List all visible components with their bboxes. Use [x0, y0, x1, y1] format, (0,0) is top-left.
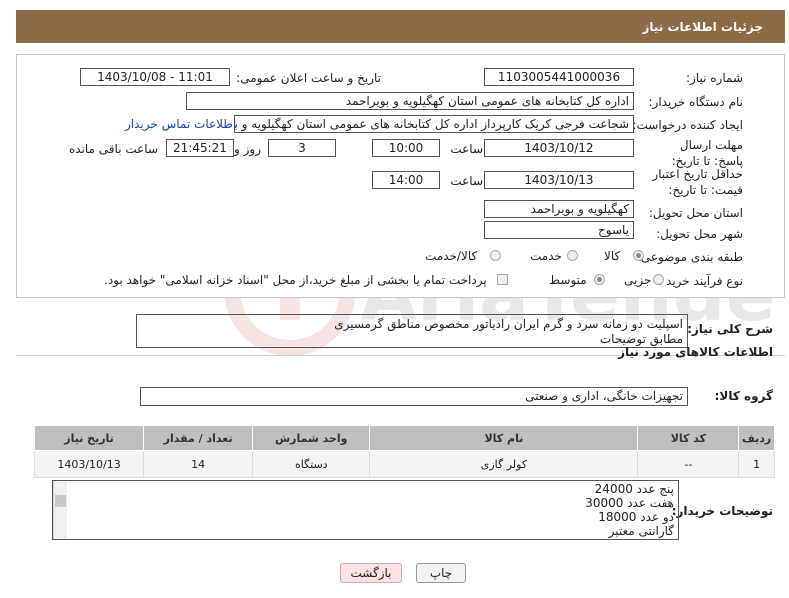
- page-title: جزئیات اطلاعات نیاز: [642, 19, 763, 34]
- category-label: طبقه بندی موضوعی:: [636, 250, 743, 264]
- col-header-name: نام کالا: [369, 425, 639, 451]
- cell-unit: دستگاه: [252, 450, 371, 478]
- days-field: 3: [268, 139, 336, 157]
- scrollbar-thumb[interactable]: [55, 495, 66, 507]
- contact-buyer-link[interactable]: اطلاعات تماس خریدار: [125, 117, 236, 131]
- col-header-unit: واحد شمارش: [252, 425, 371, 451]
- category-radio-service[interactable]: [567, 250, 578, 261]
- deadline-time-field: 10:00: [372, 139, 440, 157]
- purchase-type-label: نوع فرآیند خرید :: [658, 274, 743, 288]
- category-option-both: کالا/خدمت: [425, 249, 478, 263]
- remaining-label: ساعت باقی مانده: [68, 142, 158, 156]
- creator-field: شجاعت فرجی کریک کارپرداز اداره کل کتابخا…: [234, 115, 634, 133]
- creator-label: ایجاد کننده درخواست:: [632, 118, 743, 132]
- goods-group-label: گروه کالا:: [714, 389, 773, 403]
- col-header-code: کد کالا: [637, 425, 740, 451]
- buyer-notes-label: توضیحات خریدار:: [671, 504, 773, 518]
- validity-time-label: ساعت: [450, 174, 483, 188]
- buyer-field: اداره کل کتابخانه های عمومی استان کهگیلو…: [186, 92, 634, 110]
- category-option-service: خدمت: [530, 249, 562, 263]
- deadline-time-label: ساعت: [450, 142, 483, 156]
- province-label: استان محل تحویل:: [648, 206, 743, 220]
- need-number-label: شماره نیاز:: [686, 71, 743, 85]
- purchase-radio-minor[interactable]: [653, 274, 664, 285]
- table-row: 1 -- کولر گازی دستگاه 14 1403/10/13: [33, 450, 775, 478]
- goods-section-title: اطلاعات کالاهای مورد نیاز: [618, 345, 773, 359]
- summary-field: اسپلیت دو زمانه سرد و گرم ایران رادیاتور…: [136, 314, 688, 348]
- need-number-field: 1103005441000036: [484, 68, 634, 86]
- goods-group-field: تجهیزات خانگی، اداری و صنعتی: [140, 387, 688, 406]
- announce-label: تاریخ و ساعت اعلان عمومی:: [236, 71, 381, 85]
- buyer-note-line: دو عدد 18000: [598, 510, 674, 524]
- remaining-time-field: 21:45:21: [166, 139, 234, 157]
- buyer-label: نام دستگاه خریدار:: [648, 95, 744, 109]
- buyer-notes-scrollbar[interactable]: [53, 481, 67, 539]
- province-field: کهگیلویه و بویراحمد: [484, 200, 634, 218]
- cell-name: کولر گازی: [369, 450, 639, 478]
- summary-line: اسپلیت دو زمانه سرد و گرم ایران رادیاتور…: [334, 317, 683, 331]
- buyer-note-line: گارانتی معتبر: [608, 524, 674, 538]
- buyer-note-line: هفت عدد 30000: [585, 496, 674, 510]
- col-header-qty: تعداد / مقدار: [143, 425, 254, 451]
- category-radio-goods[interactable]: [633, 250, 644, 261]
- city-field: یاسوج: [484, 221, 634, 239]
- goods-table: ردیف کد کالا نام کالا واحد شمارش تعداد /…: [33, 425, 775, 478]
- buyer-notes-field: پنج عدد 24000 هفت عدد 30000 دو عدد 18000…: [52, 480, 679, 540]
- purchase-option-medium: متوسط: [549, 273, 587, 287]
- summary-line: مطابق توضیحات: [599, 332, 683, 346]
- purchase-radio-medium[interactable]: [594, 274, 605, 285]
- cell-code: --: [637, 450, 740, 478]
- page-header: جزئیات اطلاعات نیاز: [16, 10, 785, 43]
- buyer-note-line: پنج عدد 24000: [594, 482, 674, 496]
- days-label: روز و: [234, 142, 261, 156]
- summary-label: شرح کلی نیاز:: [687, 322, 773, 336]
- category-option-goods: کالا: [604, 249, 621, 263]
- treasury-checkbox[interactable]: [497, 274, 508, 285]
- category-radio-both[interactable]: [490, 250, 501, 261]
- validity-time-field: 14:00: [372, 171, 440, 189]
- print-button[interactable]: چاپ: [416, 563, 466, 583]
- table-header-row: ردیف کد کالا نام کالا واحد شمارش تعداد /…: [33, 425, 775, 451]
- col-header-date: تاریخ نیاز: [33, 425, 145, 451]
- deadline-label: مهلت ارسال پاسخ: تا تاریخ:: [671, 138, 743, 168]
- city-label: شهر محل تحویل:: [656, 227, 743, 241]
- cell-row-number: 1: [738, 450, 775, 478]
- treasury-note: پرداخت تمام یا بخشی از مبلغ خرید،از محل …: [104, 273, 487, 287]
- validity-date-field: 1403/10/13: [484, 171, 634, 189]
- purchase-option-minor: جزیی: [624, 273, 652, 287]
- deadline-date-field: 1403/10/12: [484, 139, 634, 157]
- col-header-row: ردیف: [738, 425, 775, 451]
- cell-qty: 14: [143, 450, 254, 478]
- cell-date: 1403/10/13: [33, 450, 145, 478]
- back-button[interactable]: بازگشت: [340, 563, 402, 583]
- validity-label: حداقل تاریخ اعتبار قیمت: تا تاریخ:: [652, 167, 743, 197]
- announce-field: 1403/10/08 - 11:01: [80, 68, 230, 86]
